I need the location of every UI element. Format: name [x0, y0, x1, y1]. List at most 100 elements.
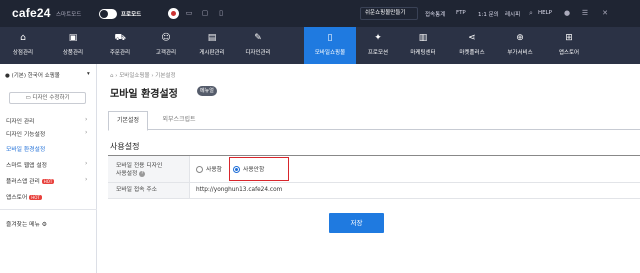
breadcrumb-basic: 기본설정	[155, 73, 176, 79]
plus-icon: ⊕	[516, 33, 524, 43]
chevron-right-icon: ›	[85, 176, 88, 183]
row-label: 모바일 전용 디자인 사용설정 ?	[108, 156, 190, 182]
mall-select[interactable]: ● (기본) 한국어 쇼핑몰 ▾	[5, 71, 97, 79]
tab-external-script[interactable]: 외부스크립트	[148, 111, 210, 130]
tab-label: 외부스크립트	[162, 116, 196, 123]
sidebar-item-label: 스마트 웹앱 설정	[6, 163, 48, 169]
inquiry-link[interactable]: 1:1 문의	[478, 10, 499, 18]
main-nav: ⌂ 상점관리 ▣ 상품관리 ⛟ 주문관리 ☺ 고객관리 ▤ 게시판관리 ✎ 디자인관리 ▯ 모바일쇼핑몰 ✦…	[0, 27, 640, 64]
radio-use[interactable]	[196, 166, 203, 173]
easy-shop-button[interactable]: 쉬운쇼핑몰만들기	[360, 7, 418, 20]
nav-item-label: 부가서비스	[507, 50, 533, 56]
sidebar-item-label: 플러스앱 관리	[6, 179, 40, 185]
sidebar-item-smart-webapp[interactable]: 스마트 웹앱 설정	[6, 160, 47, 169]
stats-link[interactable]: 접속통계	[425, 10, 445, 18]
nav-item[interactable]: ▥ 마케팅센터	[400, 27, 446, 64]
chart-icon: ▥	[418, 33, 428, 43]
help-icon[interactable]: ?	[139, 170, 146, 177]
grid-icon: ⊞	[565, 33, 573, 43]
star-icon: ✦	[374, 33, 382, 43]
chevron-right-icon: ›	[85, 116, 88, 123]
sidebar-item-mobile-settings[interactable]: 모바일 환경설정	[6, 144, 45, 153]
nav-item[interactable]: ✎ 디자인관리	[235, 27, 281, 64]
row-label-line2: 사용설정	[116, 171, 138, 177]
row-label: 모바일 접속 주소	[108, 183, 190, 198]
nav-item-label: 상점관리	[12, 50, 34, 56]
home-icon[interactable]: ⌂	[110, 73, 114, 79]
chevron-down-icon: ▾	[87, 71, 90, 77]
tab-basic-settings[interactable]: 기본설정	[108, 111, 148, 131]
search-icon[interactable]: ⌕	[526, 9, 536, 18]
palette-icon: ✎	[254, 33, 262, 43]
smart-mode-label[interactable]: 스마트모드	[56, 10, 81, 18]
radio-use-label[interactable]: 사용함	[206, 166, 222, 174]
sidebar-item-label: 디자인 관리	[6, 119, 35, 125]
nav-item[interactable]: ✦ 프로모션	[355, 27, 401, 64]
section-title: 사용설정	[110, 142, 140, 151]
korea-flag-small-icon: ●	[5, 73, 10, 79]
sidebar-item-label: 앱스토어	[6, 195, 28, 201]
ftp-link[interactable]: FTP	[456, 10, 466, 16]
nav-item[interactable]: ⊕ 부가서비스	[497, 27, 543, 64]
pro-mode-label[interactable]: 프로모드	[121, 10, 141, 18]
design-edit-label: 디자인 수정하기	[32, 95, 70, 101]
cart-icon: ⛟	[114, 33, 126, 43]
nav-item-label: 앱스토어	[558, 50, 580, 56]
user-icon[interactable]: ●	[562, 9, 572, 18]
nav-item-label: 마케팅센터	[410, 50, 436, 56]
favorites-label: 즐겨찾는 메뉴	[6, 222, 40, 228]
help-link[interactable]: HELP	[538, 10, 552, 16]
close-icon[interactable]: ✕	[600, 9, 610, 18]
nav-item[interactable]: ⊞ 앱스토어	[546, 27, 592, 64]
page-title: 모바일 환경설정	[110, 89, 178, 100]
share-icon: ⋖	[468, 33, 476, 43]
nav-item-label: 모바일쇼핑몰	[314, 50, 346, 56]
mobile-url-value: http://yonghun13.cafe24.com	[196, 187, 283, 193]
house-icon: ⌂	[20, 33, 26, 43]
breadcrumb: ⌂ › 모바일쇼핑몰 › 기본설정	[110, 73, 176, 79]
breadcrumb-mobile[interactable]: 모바일쇼핑몰	[119, 73, 149, 79]
menu-icon[interactable]: ☰	[580, 9, 590, 18]
cafe24-logo[interactable]: cafe24	[12, 6, 51, 20]
mobile-icon: ▯	[327, 33, 333, 43]
sidebar-item-design-features[interactable]: 디자인 기능설정	[6, 129, 45, 138]
save-button[interactable]: 저장	[329, 213, 384, 233]
hot-badge: HOT	[29, 195, 42, 200]
table-row: 모바일 접속 주소 http://yonghun13.cafe24.com	[108, 183, 640, 199]
nav-item-label: 마켓플러스	[459, 50, 485, 56]
gear-icon[interactable]: ⚙	[42, 222, 47, 228]
sidebar-item-plusapp[interactable]: 플러스앱 관리 HOT	[6, 176, 55, 185]
favorites-menu[interactable]: 즐겨찾는 메뉴 ⚙	[6, 219, 47, 228]
nav-item[interactable]: ⛟ 주문관리	[97, 27, 143, 64]
monitor-icon[interactable]: ▭	[184, 9, 194, 18]
desktop-icon[interactable]: ▢	[200, 9, 210, 18]
hot-badge: HOT	[41, 179, 55, 184]
mall-select-label: (기본) 한국어 쇼핑몰	[11, 73, 60, 79]
nav-item-label: 고객관리	[155, 50, 177, 56]
nav-item[interactable]: ▤ 게시판관리	[189, 27, 235, 64]
settings-table: 모바일 전용 디자인 사용설정 ? 사용함 사용안함 모바일 접속 주소 htt…	[108, 155, 640, 199]
nav-item[interactable]: ▣ 상품관리	[50, 27, 96, 64]
nav-item[interactable]: ⋖ 마켓플러스	[449, 27, 495, 64]
nav-item[interactable]: ⌂ 상점관리	[0, 27, 46, 64]
nav-item-label: 프로모션	[367, 50, 389, 56]
mobile-icon[interactable]: ▯	[216, 9, 226, 18]
nav-item[interactable]: ▯ 모바일쇼핑몰	[304, 27, 356, 64]
chevron-right-icon: ›	[85, 129, 88, 136]
nav-item[interactable]: ☺ 고객관리	[143, 27, 189, 64]
sidebar-item-appstore[interactable]: 앱스토어 HOT	[6, 192, 42, 201]
tab-label: 기본설정	[116, 117, 140, 124]
sidebar-item-design-manage[interactable]: 디자인 관리	[6, 116, 35, 125]
nav-item-label: 디자인관리	[245, 50, 271, 56]
design-edit-button[interactable]: ▭ 디자인 수정하기	[9, 92, 86, 104]
board-icon: ▤	[207, 33, 217, 43]
chevron-right-icon: ›	[85, 160, 88, 167]
box-icon: ▣	[68, 33, 78, 43]
manual-badge[interactable]: 메뉴얼	[197, 86, 217, 96]
table-row: 모바일 전용 디자인 사용설정 ? 사용함 사용안함	[108, 156, 640, 183]
mode-toggle[interactable]	[99, 9, 117, 19]
sidebar-divider	[0, 209, 97, 210]
recipe-link[interactable]: 레시피	[505, 10, 520, 18]
korea-flag-icon[interactable]	[168, 8, 179, 19]
row-label-line1: 모바일 전용 디자인	[116, 163, 163, 169]
